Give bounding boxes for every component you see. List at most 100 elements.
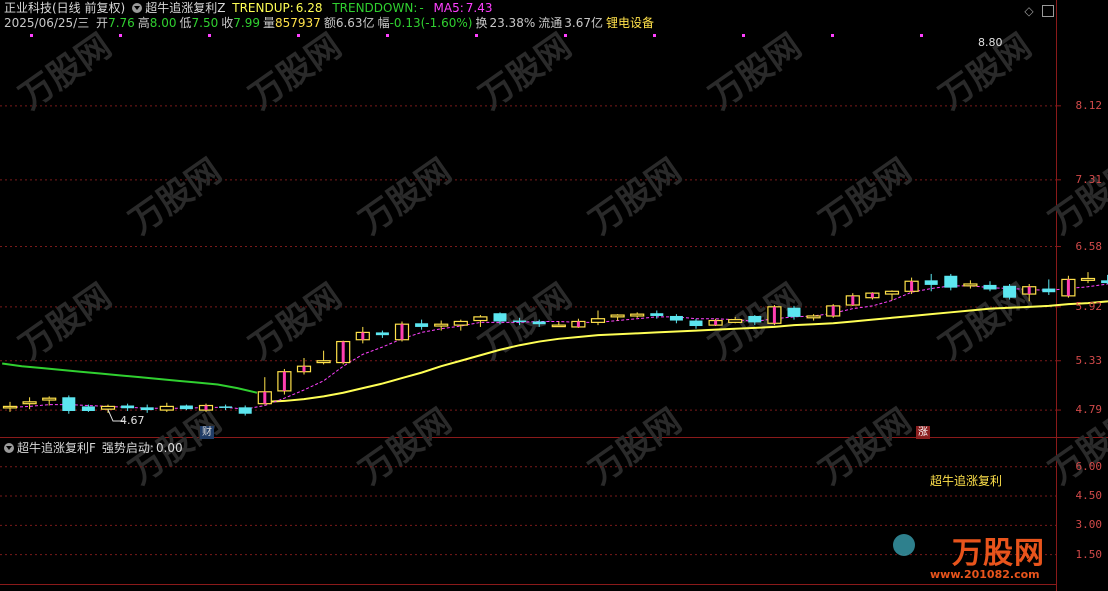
trendup-label: TRENDUP: bbox=[232, 1, 294, 15]
signal-label: 强势启动: bbox=[101, 441, 154, 455]
candle-core bbox=[1066, 279, 1070, 296]
indicator-name[interactable]: 超牛追涨复利Z bbox=[145, 1, 225, 15]
candle-body bbox=[434, 323, 449, 327]
candle bbox=[121, 403, 135, 411]
candle-core bbox=[870, 293, 874, 298]
candle-body bbox=[610, 314, 625, 318]
trenddown-label: TRENDDOWN: bbox=[332, 1, 418, 15]
candle bbox=[630, 312, 645, 318]
candle-body bbox=[944, 275, 958, 288]
candle-core bbox=[204, 405, 208, 411]
candle-body bbox=[81, 406, 95, 411]
sub-tick-label: 6.00 bbox=[1075, 459, 1103, 473]
candle-body bbox=[551, 324, 566, 328]
candle-body bbox=[513, 320, 527, 323]
candle bbox=[415, 319, 429, 330]
watermark-text: 万股网 bbox=[12, 26, 118, 117]
candle bbox=[944, 273, 958, 291]
candle-body bbox=[963, 283, 978, 287]
candle bbox=[100, 404, 116, 413]
price-tick-label: 6.58 bbox=[1075, 239, 1103, 253]
maximize-icon[interactable] bbox=[1042, 5, 1054, 17]
trenddown-value: - bbox=[419, 1, 424, 15]
candle-body bbox=[493, 313, 507, 322]
turnover-value: 23.38% bbox=[489, 16, 536, 30]
ma5-label: MA5: bbox=[433, 1, 464, 15]
candle bbox=[375, 330, 389, 338]
sub-panel-header: 超牛追涨复利F 强势启动: 0.00 bbox=[4, 441, 186, 456]
low-label: 低 bbox=[179, 16, 192, 30]
candle bbox=[689, 318, 703, 329]
marker-dot bbox=[831, 34, 834, 37]
candle-body bbox=[748, 315, 762, 323]
trenddown-line bbox=[2, 362, 258, 394]
candle-core bbox=[263, 391, 267, 404]
finance-tag[interactable]: 财 bbox=[200, 426, 214, 439]
candle-body bbox=[630, 313, 645, 317]
watermark-text: 万股网 bbox=[242, 276, 348, 367]
candle bbox=[257, 377, 272, 405]
candle-core bbox=[302, 366, 306, 372]
trendup-value: 6.28 bbox=[295, 1, 323, 15]
change-label: 幅 bbox=[377, 16, 390, 30]
diamond-icon[interactable]: ◇ bbox=[1022, 4, 1036, 18]
candle bbox=[610, 314, 625, 321]
float-value: 3.67亿 bbox=[564, 16, 603, 30]
candle bbox=[767, 305, 782, 326]
dropdown-arrow-icon[interactable] bbox=[132, 3, 143, 13]
watermark-url: www.201082.com bbox=[930, 568, 1040, 581]
candle bbox=[1061, 275, 1076, 298]
quote-line: 2025/06/25/三 开7.76 高8.00 低7.50 收7.99 量857937… bbox=[4, 16, 657, 31]
candle bbox=[708, 318, 723, 327]
stock-title[interactable]: 正业科技(日线 前复权) bbox=[4, 1, 125, 15]
candle-body bbox=[453, 320, 468, 326]
candle-body bbox=[532, 321, 546, 325]
watermark-text: 万股网 bbox=[352, 151, 458, 242]
open-label: 开 bbox=[96, 16, 109, 30]
candle-core bbox=[361, 332, 365, 340]
candle-body bbox=[924, 280, 938, 285]
price-tick-label: 7.31 bbox=[1075, 172, 1103, 186]
candle-body bbox=[1042, 288, 1056, 293]
candle bbox=[1003, 283, 1017, 300]
candle bbox=[159, 402, 174, 412]
price-tick-label: 4.79 bbox=[1075, 403, 1103, 417]
candle bbox=[1080, 272, 1096, 284]
watermark-text: 万股网 bbox=[582, 151, 688, 242]
candle-body bbox=[121, 405, 135, 409]
float-label: 流通 bbox=[538, 16, 563, 30]
watermark-text: 万股网 bbox=[12, 276, 118, 367]
candle-body bbox=[2, 405, 18, 409]
ma5-value: 7.43 bbox=[465, 1, 493, 15]
candle-body bbox=[689, 320, 703, 327]
marker-dot bbox=[297, 34, 300, 37]
candle-core bbox=[576, 321, 580, 327]
sector-tag[interactable]: 锂电设备 bbox=[606, 16, 654, 30]
candle-body bbox=[140, 407, 154, 411]
limit-up-tag[interactable]: 涨 bbox=[916, 426, 930, 439]
watermark-text: 万股网 bbox=[812, 401, 918, 492]
candle-core bbox=[1027, 286, 1031, 295]
candle-body bbox=[159, 405, 174, 411]
candle-body bbox=[238, 407, 252, 414]
price-tick-label: 8.12 bbox=[1075, 98, 1103, 112]
watermark-text: 万股网 bbox=[352, 401, 458, 492]
volume-value: 857937 bbox=[275, 16, 321, 30]
candle bbox=[826, 304, 841, 318]
candle-core bbox=[341, 341, 345, 363]
candle bbox=[336, 340, 351, 365]
watermark-text: 万股网 bbox=[702, 26, 808, 117]
kline-chart[interactable]: 万股网 万股网 万股网 万股网 万股网万股网 万股网 万股网 万股网 万股网万股网 万股网 万股网万… bbox=[0, 0, 1108, 591]
signal-text: 超牛追涨复利 bbox=[930, 474, 1003, 488]
watermark-text: 万股网 bbox=[1042, 151, 1108, 242]
watermark-text: 万股网 bbox=[122, 151, 228, 242]
close-value: 7.99 bbox=[233, 16, 260, 30]
candle bbox=[590, 310, 606, 326]
close-label: 收 bbox=[221, 16, 234, 30]
sub-dropdown-arrow-icon[interactable] bbox=[4, 443, 14, 453]
change-value: -0.13(-1.60%) bbox=[389, 16, 473, 30]
candle-body bbox=[179, 405, 193, 410]
sub-indicator-name[interactable]: 超牛追涨复利F bbox=[17, 441, 96, 455]
candle bbox=[62, 395, 76, 414]
watermark-text: 万股网 bbox=[472, 26, 578, 117]
